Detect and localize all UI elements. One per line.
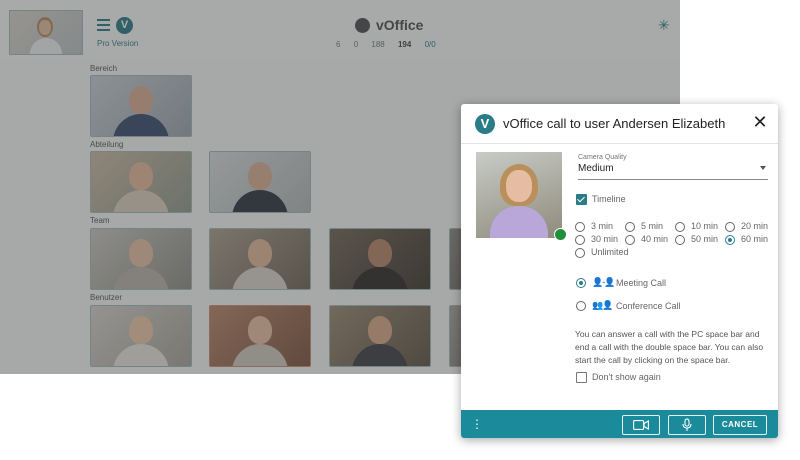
duration-radio-50[interactable] — [675, 235, 685, 245]
video-camera-icon — [633, 420, 649, 430]
meeting-call-radio[interactable] — [576, 278, 586, 288]
cancel-button[interactable]: CANCEL — [713, 415, 767, 435]
divider — [461, 143, 778, 144]
camera-quality-value: Medium — [578, 163, 614, 174]
duration-label: 50 min — [691, 234, 719, 244]
duration-label: 30 min — [591, 234, 619, 244]
close-icon[interactable]: ✕ — [750, 112, 770, 132]
meeting-call-icon: 👤‐👤 — [592, 277, 615, 287]
duration-radio-30[interactable] — [575, 235, 585, 245]
dialog-footer: ⋮ CANCEL — [461, 410, 778, 438]
duration-radio-60[interactable] — [725, 235, 735, 245]
video-call-button[interactable] — [622, 415, 660, 435]
duration-radio-unlimited[interactable] — [575, 248, 585, 258]
voffice-logo-icon: V — [475, 114, 495, 134]
online-status-dot — [554, 228, 567, 241]
help-text: You can answer a call with the PC space … — [575, 329, 764, 365]
more-options-icon[interactable]: ⋮ — [471, 417, 483, 431]
callee-avatar — [476, 152, 562, 238]
meeting-call-label: Meeting Call — [616, 278, 667, 288]
dont-show-again-label: Don't show again — [592, 372, 661, 382]
timeline-label: Timeline — [592, 194, 626, 204]
duration-label: 20 min — [741, 221, 769, 231]
duration-label: 3 min — [591, 221, 614, 231]
audio-call-button[interactable] — [668, 415, 706, 435]
conference-call-label: Conference Call — [616, 301, 681, 311]
dialog-title: vOffice call to user Andersen Elizabeth — [503, 116, 726, 131]
duration-label: Unlimited — [591, 247, 629, 257]
dont-show-again-checkbox[interactable] — [576, 372, 587, 383]
duration-label: 5 min — [641, 221, 664, 231]
duration-radio-3[interactable] — [575, 222, 585, 232]
duration-label: 10 min — [691, 221, 719, 231]
duration-radio-20[interactable] — [725, 222, 735, 232]
chevron-down-icon — [760, 166, 766, 170]
conference-call-radio[interactable] — [576, 301, 586, 311]
microphone-icon — [682, 418, 692, 431]
conference-call-icon: 👥👤 — [592, 300, 613, 310]
duration-label: 40 min — [641, 234, 669, 244]
duration-radio-10[interactable] — [675, 222, 685, 232]
camera-quality-label: Camera Quality — [578, 154, 627, 161]
timeline-checkbox[interactable] — [576, 194, 587, 205]
camera-quality-select[interactable]: Medium — [578, 163, 768, 180]
duration-label: 60 min — [741, 234, 769, 244]
duration-radio-40[interactable] — [625, 235, 635, 245]
duration-radio-5[interactable] — [625, 222, 635, 232]
call-dialog: V vOffice call to user Andersen Elizabet… — [461, 104, 778, 438]
